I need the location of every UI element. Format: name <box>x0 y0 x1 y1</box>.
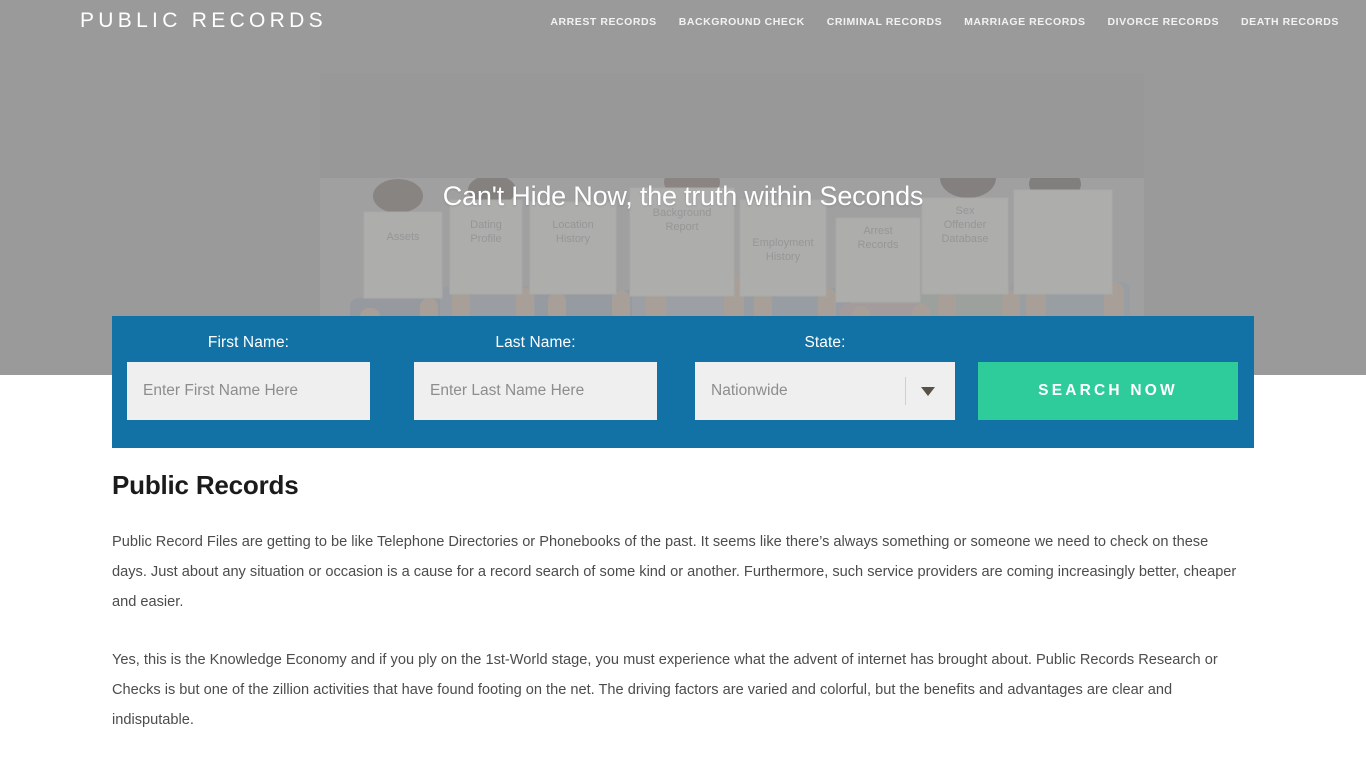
first-name-field-group: First Name: <box>127 316 370 420</box>
state-label: State: <box>804 334 846 351</box>
last-name-field-group: Last Name: <box>414 316 657 420</box>
last-name-label: Last Name: <box>495 334 576 351</box>
state-select[interactable]: Nationwide <box>695 362 955 420</box>
first-name-input[interactable] <box>127 362 370 420</box>
main-navigation: ARREST RECORDS BACKGROUND CHECK CRIMINAL… <box>539 0 1362 44</box>
hero-heading: Can't Hide Now, the truth within Seconds <box>442 181 924 211</box>
main-content: Public Records Public Record Files are g… <box>112 470 1254 763</box>
page-title: Public Records <box>112 470 299 500</box>
state-field-group: State: Nationwide <box>695 316 955 420</box>
first-name-label: First Name: <box>207 334 290 351</box>
search-now-button[interactable]: SEARCH NOW <box>978 362 1238 420</box>
content-paragraph-1: Public Record Files are getting to be li… <box>112 534 1237 610</box>
nav-item-background-check[interactable]: BACKGROUND CHECK <box>668 0 816 44</box>
nav-item-marriage-records[interactable]: MARRIAGE RECORDS <box>953 0 1096 44</box>
site-header: PUBLIC RECORDS ARREST RECORDS BACKGROUND… <box>0 0 1366 44</box>
select-divider <box>905 377 906 405</box>
nav-item-death-records[interactable]: DEATH RECORDS <box>1230 0 1362 44</box>
content-paragraph-2: Yes, this is the Knowledge Economy and i… <box>112 652 1218 728</box>
nav-item-divorce-records[interactable]: DIVORCE RECORDS <box>1097 0 1231 44</box>
last-name-input[interactable] <box>414 362 657 420</box>
nav-item-arrest-records[interactable]: ARREST RECORDS <box>539 0 667 44</box>
chevron-down-icon <box>921 387 935 396</box>
nav-item-criminal-records[interactable]: CRIMINAL RECORDS <box>816 0 953 44</box>
site-brand[interactable]: PUBLIC RECORDS <box>80 9 327 33</box>
state-selected-value: Nationwide <box>711 382 788 399</box>
record-search-form: First Name: Last Name: State: Nationwide… <box>112 316 1254 448</box>
